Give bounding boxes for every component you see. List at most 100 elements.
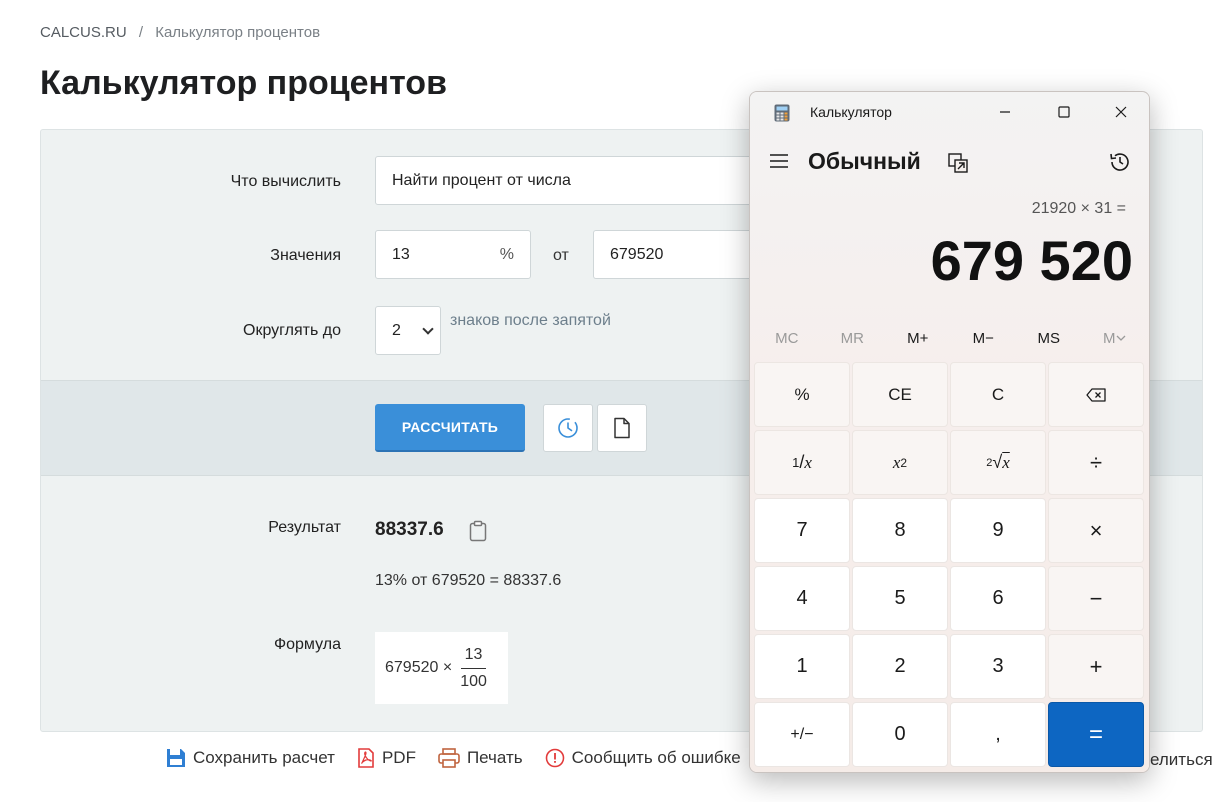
memory-list-button[interactable]: M — [1082, 324, 1148, 352]
maximize-icon — [1058, 106, 1070, 118]
clipboard-icon[interactable] — [469, 520, 487, 542]
round-select-value: 2 — [392, 321, 401, 339]
digit-1-key[interactable]: 1 — [754, 634, 850, 699]
round-select[interactable]: 2 — [375, 306, 441, 355]
number-input-value: 679520 — [610, 245, 664, 263]
digit-2-key[interactable]: 2 — [852, 634, 948, 699]
breadcrumb-separator: / — [138, 24, 144, 41]
print-link[interactable]: Печать — [438, 748, 523, 768]
footer-links: Сохранить расчет PDF Печать Сообщить об … — [166, 748, 763, 768]
report-error-link[interactable]: Сообщить об ошибке — [545, 748, 741, 768]
round-hint: знаков после запятой — [450, 312, 611, 329]
round-label: Округлять до — [243, 322, 341, 339]
digit-7-key[interactable]: 7 — [754, 498, 850, 563]
plus-key[interactable]: + — [1048, 634, 1144, 699]
keep-on-top-icon[interactable] — [947, 152, 969, 174]
calculator-expression: 21920 × 31 = — [1031, 200, 1126, 217]
memory-add-button[interactable]: M+ — [885, 324, 951, 352]
pdf-link[interactable]: PDF — [357, 748, 416, 768]
digit-4-key[interactable]: 4 — [754, 566, 850, 631]
reciprocal-denominator: x — [804, 452, 812, 472]
decimal-key[interactable]: , — [950, 702, 1046, 767]
alert-circle-icon — [545, 748, 564, 768]
close-icon — [1115, 106, 1127, 118]
percent-key[interactable]: % — [754, 362, 850, 427]
percent-input[interactable]: 13 % — [375, 230, 531, 279]
hamburger-menu-icon[interactable] — [768, 152, 790, 170]
square-key[interactable]: x2 — [852, 430, 948, 495]
digit-8-key[interactable]: 8 — [852, 498, 948, 563]
calculator-mode-title: Обычный — [808, 148, 921, 174]
reciprocal-key[interactable]: 1/x — [754, 430, 850, 495]
square-root-key[interactable]: 2 √ x — [950, 430, 1046, 495]
negate-key[interactable]: +/− — [754, 702, 850, 767]
printer-icon — [438, 748, 460, 768]
square-base: x — [892, 452, 901, 472]
memory-clear-button[interactable]: MC — [754, 324, 820, 352]
digit-6-key[interactable]: 6 — [950, 566, 1046, 631]
calculator-display: 679 520 — [930, 229, 1133, 292]
page-title: Калькулятор процентов — [40, 64, 447, 102]
save-calculation-label: Сохранить расчет — [193, 748, 335, 767]
memory-subtract-button[interactable]: M− — [951, 324, 1017, 352]
backspace-icon — [1086, 387, 1106, 402]
reciprocal-numerator: 1 — [792, 455, 800, 470]
history-icon[interactable] — [1108, 150, 1132, 174]
digit-0-key[interactable]: 0 — [852, 702, 948, 767]
backspace-key[interactable] — [1048, 362, 1144, 427]
calculate-button[interactable]: РАССЧИТАТЬ — [375, 404, 525, 452]
minimize-button[interactable] — [982, 92, 1028, 132]
calculator-app-icon — [774, 104, 790, 122]
formula-numerator: 13 — [460, 646, 487, 669]
divide-key[interactable]: ÷ — [1048, 430, 1144, 495]
history-button[interactable] — [543, 404, 593, 452]
multiply-key[interactable]: × — [1048, 498, 1144, 563]
minus-key[interactable]: − — [1048, 566, 1144, 631]
formula-box: 679520 × 13 100 — [375, 632, 508, 704]
compute-select-value: Найти процент от числа — [392, 171, 571, 189]
pdf-label: PDF — [381, 748, 416, 767]
document-button[interactable] — [597, 404, 647, 452]
formula-label: Формула — [273, 636, 341, 653]
clear-key[interactable]: C — [950, 362, 1046, 427]
calculator-window: Калькулятор Обычный 21920 × 31 = 679 520… — [749, 91, 1150, 773]
digit-3-key[interactable]: 3 — [950, 634, 1046, 699]
compute-select[interactable]: Найти процент от числа — [375, 156, 775, 205]
square-exponent: 2 — [900, 455, 908, 470]
report-error-label: Сообщить об ошибке — [571, 748, 741, 767]
calculator-window-title: Калькулятор — [810, 104, 892, 120]
chevron-down-icon — [422, 322, 434, 335]
pdf-icon — [358, 748, 374, 768]
result-label: Результат — [268, 519, 341, 536]
percent-input-value: 13 — [392, 245, 410, 263]
result-text: 13% от 679520 = 88337.6 — [375, 572, 562, 589]
clear-entry-key[interactable]: CE — [852, 362, 948, 427]
document-icon — [614, 417, 630, 439]
save-calculation-link[interactable]: Сохранить расчет — [166, 748, 335, 768]
share-link[interactable]: елиться — [1150, 750, 1213, 770]
memory-row: MC MR M+ M− MS M — [754, 324, 1147, 352]
equals-key[interactable]: = — [1048, 702, 1144, 767]
memory-list-label: M — [1103, 329, 1116, 347]
calculator-titlebar[interactable]: Калькулятор — [750, 92, 1149, 132]
close-button[interactable] — [1098, 92, 1144, 132]
floppy-disk-icon — [167, 749, 185, 767]
formula-denominator: 100 — [460, 672, 487, 690]
breadcrumb-current: Калькулятор процентов — [155, 24, 321, 41]
clock-icon — [558, 418, 578, 438]
breadcrumb: CALCUS.RU / Калькулятор процентов — [40, 24, 320, 41]
minimize-icon — [1000, 111, 1010, 113]
breadcrumb-home-link[interactable]: CALCUS.RU — [40, 24, 127, 41]
memory-recall-button[interactable]: MR — [820, 324, 886, 352]
result-value: 88337.6 — [375, 519, 444, 540]
chevron-down-icon — [1116, 335, 1125, 341]
formula-lhs: 679520 × — [385, 659, 453, 676]
keypad: % CE C 1/x x2 2 √ x ÷ 7 8 9 × 4 5 6 − 1 2 … — [754, 362, 1146, 767]
compute-label: Что вычислить — [230, 173, 341, 190]
digit-9-key[interactable]: 9 — [950, 498, 1046, 563]
memory-store-button[interactable]: MS — [1016, 324, 1082, 352]
maximize-button[interactable] — [1041, 92, 1087, 132]
print-label: Печать — [466, 748, 523, 767]
number-input[interactable]: 679520 — [593, 230, 753, 279]
digit-5-key[interactable]: 5 — [852, 566, 948, 631]
